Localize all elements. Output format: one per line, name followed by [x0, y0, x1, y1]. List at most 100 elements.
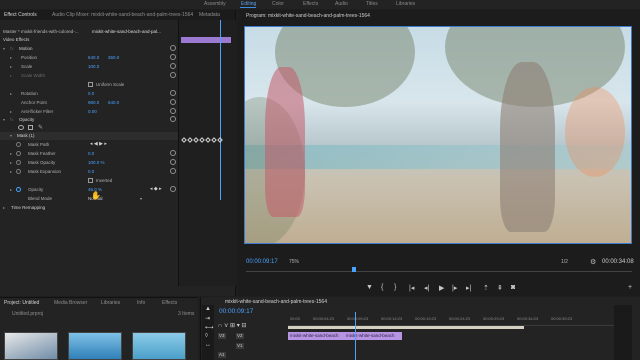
effect-controls-mini-timeline[interactable]	[178, 20, 236, 286]
resolution-select[interactable]: 1/2	[561, 259, 568, 265]
workspace-color[interactable]: Color	[272, 1, 284, 7]
anchor-y[interactable]: 640.0	[108, 100, 119, 105]
workspace-effects[interactable]: Effects	[303, 1, 318, 7]
scale-value[interactable]: 100.0	[88, 64, 99, 69]
expand-triangle-icon[interactable]: ▸	[10, 64, 12, 69]
keyframe-icon[interactable]	[181, 137, 187, 143]
go-to-out-icon[interactable]: ▸|	[466, 284, 471, 292]
program-playhead[interactable]	[352, 267, 356, 272]
expand-triangle-icon[interactable]: ▸	[10, 160, 12, 165]
extract-icon[interactable]: ⇞	[497, 284, 503, 292]
keyframe-icon[interactable]	[205, 137, 211, 143]
rectangle-mask-icon[interactable]	[28, 125, 33, 130]
program-title[interactable]: Program: mixkit-white-sand-beach-and-pal…	[246, 13, 370, 19]
workspace-assembly[interactable]: Assembly	[204, 1, 226, 7]
expand-triangle-icon[interactable]: ▸	[10, 91, 12, 96]
add-button-icon[interactable]: +	[628, 284, 632, 291]
rotation-value[interactable]: 0.0	[88, 91, 94, 96]
track-label-a1[interactable]: A1	[218, 352, 226, 358]
keyframe-icon[interactable]	[193, 137, 199, 143]
step-back-icon[interactable]: ◂|	[424, 284, 429, 292]
inverted-checkbox[interactable]	[88, 178, 93, 183]
keyframe-icon[interactable]	[217, 137, 223, 143]
reset-icon[interactable]	[170, 108, 176, 114]
reset-icon[interactable]	[170, 90, 176, 96]
reset-icon[interactable]	[170, 159, 176, 165]
antiflicker-value[interactable]: 0.00	[88, 109, 97, 114]
tab-info[interactable]: Info	[137, 300, 145, 306]
master-label[interactable]: Master * mixkit-friends-with-colored-...	[3, 29, 79, 34]
export-frame-icon[interactable]: ◙	[511, 284, 515, 291]
keyframe-icon[interactable]	[211, 137, 217, 143]
reset-icon[interactable]	[170, 72, 176, 78]
program-scrub-bar[interactable]	[246, 268, 632, 272]
expand-triangle-icon[interactable]: ▸	[10, 55, 12, 60]
motion-row[interactable]: ▾ fx Motion	[0, 45, 178, 53]
mark-out-icon[interactable]: }	[394, 284, 396, 291]
timeline-playhead[interactable]	[355, 312, 356, 360]
expand-triangle-icon[interactable]: ▾	[3, 117, 5, 122]
stopwatch-icon[interactable]	[16, 160, 21, 165]
work-area-bar[interactable]	[288, 326, 524, 329]
mask-expansion-value[interactable]: 0.0	[88, 169, 94, 174]
razor-tool-icon[interactable]: ◊	[205, 333, 208, 339]
tab-media-browser[interactable]: Media Browser	[54, 300, 87, 306]
expand-triangle-icon[interactable]: ▸	[10, 151, 12, 156]
clip-name[interactable]: mixkit-white-sand-beach-and-pal...	[92, 29, 161, 34]
expand-triangle-icon[interactable]: ▾	[3, 46, 5, 51]
time-remapping-row[interactable]: ▸ Time Remapping	[0, 204, 178, 212]
expand-triangle-icon[interactable]: ▸	[3, 205, 5, 210]
timeline-clip[interactable]: mixkit-white-sand-beach	[344, 332, 402, 340]
expand-triangle-icon[interactable]: ▸	[10, 109, 12, 114]
tab-project[interactable]: Project: Untitled	[4, 300, 39, 306]
mask-feather-value[interactable]: 0.0	[88, 151, 94, 156]
expand-triangle-icon[interactable]: ▾	[10, 133, 12, 138]
mark-in-icon[interactable]: {	[381, 284, 383, 291]
chevron-down-icon[interactable]: ▾	[140, 196, 142, 201]
ellipse-mask-icon[interactable]	[18, 125, 24, 130]
stopwatch-icon[interactable]	[16, 169, 21, 174]
mask-opacity-value[interactable]: 100.0 %	[88, 160, 105, 165]
reset-icon[interactable]	[170, 186, 176, 192]
reset-icon[interactable]	[170, 54, 176, 60]
workspace-libraries[interactable]: Libraries	[396, 1, 415, 7]
reset-icon[interactable]	[170, 150, 176, 156]
timeline-timecode[interactable]: 00:00:09:17	[219, 308, 253, 315]
zoom-select[interactable]: 75%	[289, 259, 299, 265]
reset-icon[interactable]	[170, 63, 176, 69]
wrench-icon[interactable]: ⚙	[590, 258, 596, 266]
stopwatch-icon[interactable]	[16, 142, 21, 147]
uniform-scale-checkbox[interactable]	[88, 82, 93, 87]
track-label-v3[interactable]: V3	[218, 333, 226, 339]
track-select-icon[interactable]: ⇥	[205, 315, 210, 322]
reset-icon[interactable]	[170, 99, 176, 105]
step-forward-icon[interactable]: |▸	[452, 284, 457, 292]
tab-audio-clip-mixer[interactable]: Audio Clip Mixer: mixkit-white-sand-beac…	[52, 12, 193, 18]
keyframe-nav-icon[interactable]: ◂ ◆ ▸	[150, 186, 162, 192]
add-marker-icon[interactable]: ▼	[366, 284, 373, 291]
timeline-clip[interactable]: mixkit-white-sand-beach	[288, 332, 344, 340]
lift-icon[interactable]: ⇡	[483, 284, 489, 292]
opacity-group-row[interactable]: ▾ fx Opacity	[0, 116, 178, 124]
track-label-v2[interactable]: V2	[236, 333, 244, 339]
stopwatch-icon[interactable]	[16, 187, 21, 192]
ec-clip-bar[interactable]	[181, 37, 231, 43]
pen-mask-icon[interactable]: ✎	[38, 124, 43, 131]
anchor-x[interactable]: 960.0	[88, 100, 99, 105]
reset-icon[interactable]	[170, 168, 176, 174]
play-icon[interactable]: ▶	[439, 284, 444, 292]
reset-icon[interactable]	[170, 45, 176, 51]
position-x[interactable]: 640.0	[88, 55, 99, 60]
keyframe-icon[interactable]	[187, 137, 193, 143]
expand-triangle-icon[interactable]: ▸	[10, 169, 12, 174]
track-label-v1[interactable]: V1	[236, 343, 244, 349]
selection-tool-icon[interactable]: ▲	[205, 306, 211, 312]
project-thumbnail[interactable]	[4, 332, 58, 360]
tab-effect-controls[interactable]: Effect Controls	[4, 12, 37, 18]
go-to-in-icon[interactable]: |◂	[409, 284, 414, 292]
keyframe-icon[interactable]	[199, 137, 205, 143]
stopwatch-icon[interactable]	[16, 151, 21, 156]
workspace-titles[interactable]: Titles	[366, 1, 378, 7]
program-video-frame[interactable]	[244, 26, 632, 244]
ec-playhead[interactable]	[220, 20, 221, 200]
